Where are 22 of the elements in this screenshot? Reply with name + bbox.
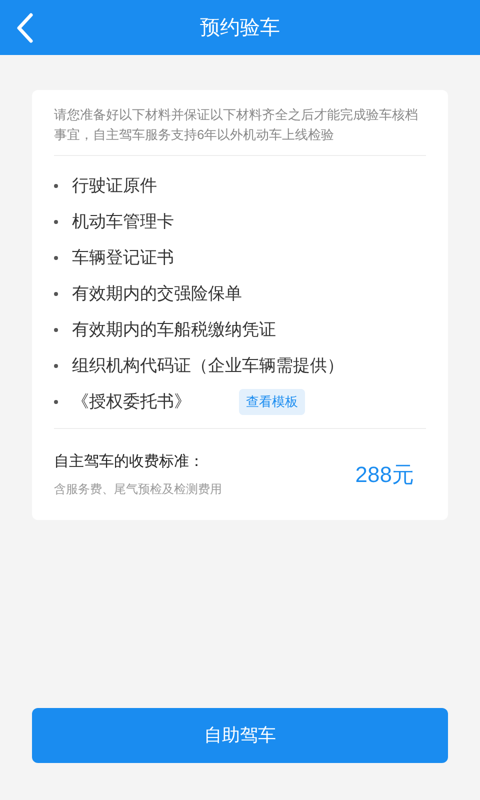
self-drive-button[interactable]: 自助驾车 <box>32 708 448 763</box>
material-label: 车辆登记证书 <box>72 247 174 270</box>
material-label: 《授权委托书》 <box>72 391 191 414</box>
material-label: 组织机构代码证（企业车辆需提供） <box>72 355 344 378</box>
back-icon <box>16 13 34 43</box>
bullet-icon <box>54 292 58 296</box>
bullet-icon <box>54 256 58 260</box>
material-label: 机动车管理卡 <box>72 211 174 234</box>
material-label: 有效期内的车船税缴纳凭证 <box>72 319 276 342</box>
material-label: 行驶证原件 <box>72 175 157 198</box>
page-title: 预约验车 <box>200 16 280 40</box>
fee-price: 288元 <box>355 460 414 489</box>
bullet-icon <box>54 220 58 224</box>
bullet-icon <box>54 400 58 404</box>
material-label: 有效期内的交强险保单 <box>72 283 242 306</box>
notice-text: 请您准备好以下材料并保证以下材料齐全之后才能完成验车核档事宜，自主驾车服务支持6年以外机动车上线检验 <box>54 105 426 156</box>
bullet-icon <box>54 184 58 188</box>
fee-title: 自主驾车的收费标准： <box>54 452 205 472</box>
bullet-icon <box>54 328 58 332</box>
view-template-link[interactable]: 查看模板 <box>239 389 305 415</box>
fee-note: 含服务费、尾气预检及检测费用 <box>54 480 222 498</box>
bullet-icon <box>54 364 58 368</box>
